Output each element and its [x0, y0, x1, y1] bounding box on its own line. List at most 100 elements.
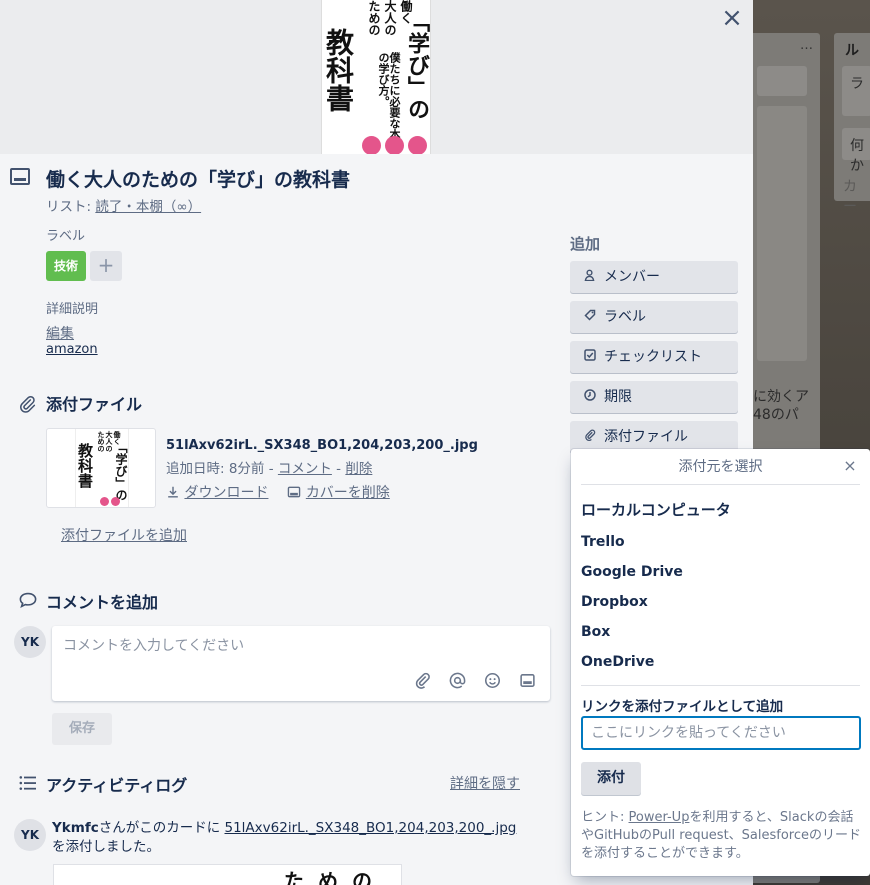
hint-prefix: ヒント:: [581, 810, 629, 825]
add-heading: 追加: [570, 235, 601, 253]
label-chip[interactable]: 技術: [46, 251, 87, 281]
list-breadcrumb: リスト: 読了・本棚（∞）: [46, 195, 201, 215]
popover-title: 添付元を選択: [581, 449, 860, 485]
attachment-filename: 51lAxv62irL._SX348_BO1,204,203,200_.jpg: [166, 438, 478, 453]
book-text: 教科書: [76, 443, 94, 488]
activity-icon: [19, 776, 36, 790]
source-dropbox[interactable]: Dropbox: [581, 594, 648, 610]
checklist-label: チェックリスト: [604, 349, 702, 365]
source-google-drive[interactable]: Google Drive: [581, 564, 683, 580]
comment-input[interactable]: コメントを入力してください: [52, 626, 550, 701]
activity-text: を添付しました。: [52, 839, 160, 855]
paperclip-icon: [20, 395, 36, 413]
activity-entry: Ykmfcさんがこのカードに 51lAxv62irL._SX348_BO1,20…: [52, 819, 522, 857]
board-card-text: カー: [843, 179, 857, 215]
link-input[interactable]: [581, 716, 861, 750]
attachment-label: 添付ファイル: [604, 429, 688, 445]
book-text: 「学び」の: [114, 441, 128, 501]
power-up-link[interactable]: Power-Up: [629, 810, 690, 825]
book-badge: [362, 136, 381, 154]
attachment-meta: 追加日時: 8分前 - コメント - 削除: [166, 457, 372, 477]
add-label-button[interactable]: +: [90, 251, 122, 281]
board-card-text: ラ: [850, 76, 864, 92]
attachment-actions: ダウンロード カバーを削除: [166, 482, 390, 502]
attachments-heading: 添付ファイル: [46, 395, 143, 414]
hide-details-link[interactable]: 詳細を隠す: [450, 773, 520, 793]
book-text: ための: [284, 869, 386, 885]
activity-user[interactable]: Ykmfc: [52, 820, 99, 836]
activity-heading: アクティビティログ: [46, 776, 188, 795]
comment-heading: コメントを追加: [46, 593, 159, 612]
checklist-button[interactable]: チェックリスト: [570, 341, 738, 373]
book-text: 教科書: [322, 28, 355, 112]
board-card: [757, 106, 807, 361]
due-date-button[interactable]: 期限: [570, 381, 738, 413]
list-menu-icon[interactable]: …: [800, 38, 813, 53]
attachment-comment-link[interactable]: コメント: [278, 461, 332, 477]
members-button[interactable]: メンバー: [570, 261, 738, 293]
source-onedrive[interactable]: OneDrive: [581, 654, 654, 670]
download-icon: [168, 486, 178, 498]
divider: [581, 685, 860, 686]
card-title[interactable]: 働く大人のための「学び」の教科書: [46, 165, 350, 192]
download-link[interactable]: ダウンロード: [184, 485, 268, 501]
book-badge: [408, 136, 427, 154]
emoji-icon[interactable]: [484, 672, 501, 689]
book-badge: [100, 497, 109, 506]
list-prefix: リスト:: [46, 199, 96, 215]
thumbnail-book: 働く 大人の ための 「学び」の 教科書: [75, 429, 129, 507]
avatar[interactable]: YK: [14, 626, 46, 658]
attachment-thumbnail[interactable]: 働く 大人の ための 「学び」の 教科書: [46, 428, 156, 508]
remove-cover-link[interactable]: カバーを削除: [306, 485, 390, 501]
close-icon[interactable]: ×: [842, 458, 858, 474]
activity-text: さんがこのカードに: [98, 820, 225, 836]
due-date-label: 期限: [604, 389, 632, 405]
labels-heading: ラベル: [46, 229, 86, 244]
cover-image: 働く 大人の ための 「学び」の 教科書 僕たちに必要な本当の学び方。: [321, 0, 431, 154]
card-icon[interactable]: [519, 672, 536, 689]
board-card: [757, 66, 807, 96]
attach-icon[interactable]: [414, 672, 431, 689]
person-icon: [584, 261, 598, 293]
board-card-text: 何か: [850, 138, 864, 174]
attachment-delete-link[interactable]: 削除: [345, 461, 372, 477]
avatar[interactable]: YK: [14, 819, 46, 851]
attach-source-popover: 添付元を選択 × ローカルコンピュータ Trello Google Drive …: [571, 449, 870, 876]
card-cover: 働く 大人の ための 「学び」の 教科書 僕たちに必要な本当の学び方。 ×: [0, 0, 753, 154]
attachment-date: 追加日時: 8分前 -: [166, 461, 278, 477]
labels-button[interactable]: ラベル: [570, 301, 738, 333]
book-text: ための: [97, 431, 106, 452]
checkbox-icon: [584, 341, 598, 373]
edit-description-link[interactable]: 編集: [46, 323, 74, 343]
members-label: メンバー: [604, 269, 660, 285]
add-attachment-link[interactable]: 添付ファイルを追加: [61, 525, 187, 545]
labels-label: ラベル: [604, 309, 646, 325]
description-link[interactable]: amazon: [46, 342, 98, 357]
meta-separator: -: [331, 461, 346, 477]
card-cover-icon: [288, 486, 301, 498]
comment-toolbar: [414, 672, 536, 689]
description-heading: 詳細説明: [46, 302, 99, 317]
board-card-text: に効くア: [753, 389, 809, 405]
tag-icon: [584, 301, 598, 333]
book-text: ための: [367, 0, 381, 36]
link-label: リンクを添付ファイルとして追加: [581, 699, 784, 715]
comment-icon: [19, 592, 37, 608]
book-text: 大人の: [105, 431, 114, 452]
book-badge: [385, 136, 404, 154]
source-local-computer[interactable]: ローカルコンピュータ: [581, 499, 731, 520]
close-icon[interactable]: ×: [718, 4, 746, 32]
save-button[interactable]: 保存: [52, 713, 112, 745]
card-icon: [10, 168, 30, 185]
comment-placeholder: コメントを入力してください: [63, 638, 245, 654]
mention-icon[interactable]: [449, 672, 466, 689]
board-card-text: 48のパ: [753, 407, 799, 423]
hint-text: ヒント: Power-Upを利用すると、Slackの会話やGitHubのPull…: [581, 809, 861, 863]
activity-file-link[interactable]: 51lAxv62irL._SX348_BO1,204,203,200_.jpg: [225, 820, 517, 836]
book-badge: [111, 497, 120, 506]
source-box[interactable]: Box: [581, 624, 610, 640]
activity-attachment-preview[interactable]: ための: [53, 864, 402, 885]
attach-button[interactable]: 添付: [581, 762, 641, 795]
list-link[interactable]: 読了・本棚（∞）: [95, 199, 201, 215]
source-trello[interactable]: Trello: [581, 534, 625, 550]
